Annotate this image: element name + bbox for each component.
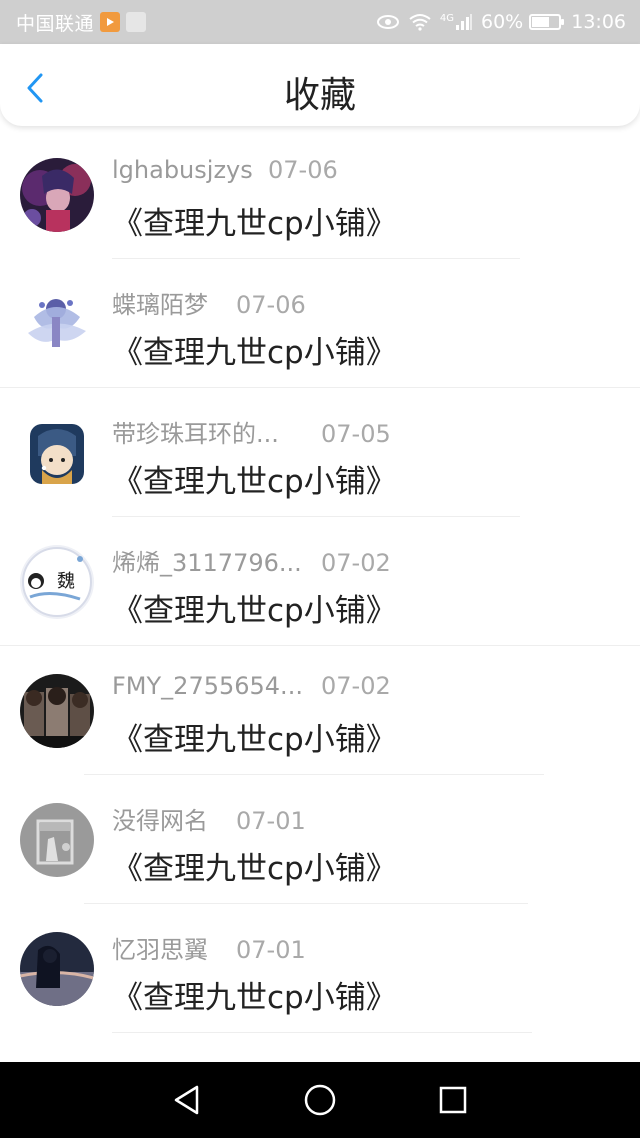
status-bar: 中国联通 4G 60% 13:06 <box>0 0 640 44</box>
battery-icon <box>529 14 565 30</box>
date: 07-01 <box>236 936 306 964</box>
triangle-back-icon <box>174 1085 198 1115</box>
clock: 13:06 <box>571 11 626 33</box>
list-item[interactable]: 魏 烯烯_3117796... 07-02 《查理九世cp小铺》 <box>0 517 640 646</box>
avatar[interactable]: 魏 <box>20 545 94 619</box>
avatar[interactable] <box>20 674 94 748</box>
item-title[interactable]: 《查理九世cp小铺》 <box>112 972 397 1017</box>
date: 07-06 <box>268 156 338 184</box>
avatar[interactable] <box>20 287 94 361</box>
date: 07-02 <box>321 549 391 577</box>
username: 忆羽思翼 <box>112 936 208 964</box>
item-meta: lghabusjzys 07-06 <box>112 156 338 184</box>
item-title[interactable]: 《查理九世cp小铺》 <box>112 843 397 888</box>
date: 07-01 <box>236 807 306 835</box>
item-title[interactable]: 《查理九世cp小铺》 <box>112 585 397 630</box>
username: 带珍珠耳环的... <box>112 420 279 448</box>
eye-icon <box>376 14 400 30</box>
item-meta: 烯烯_3117796... 07-02 <box>112 543 391 578</box>
battery-percent: 60% <box>481 11 524 33</box>
date: 07-05 <box>321 420 391 448</box>
item-title[interactable]: 《查理九世cp小铺》 <box>112 456 397 501</box>
date: 07-06 <box>236 291 306 319</box>
item-title[interactable]: 《查理九世cp小铺》 <box>112 198 397 243</box>
item-meta: FMY_2755654... 07-02 <box>112 672 391 700</box>
username: 没得网名 <box>112 807 208 835</box>
username: 烯烯_3117796... <box>112 549 302 577</box>
notification-app-icon <box>100 12 121 32</box>
list-item[interactable]: 没得网名 07-01 《查理九世cp小铺》 <box>0 775 640 904</box>
signal-icon: 4G <box>440 13 473 31</box>
username: 蝶璃陌梦 <box>112 291 208 319</box>
list-item[interactable]: lghabusjzys 07-06 《查理九世cp小铺》 <box>0 130 640 259</box>
item-meta: 带珍珠耳环的... 07-05 <box>112 414 391 449</box>
square-recents-icon <box>440 1086 467 1114</box>
system-nav-bar <box>0 1062 640 1138</box>
list-item[interactable]: 带珍珠耳环的... 07-05 《查理九世cp小铺》 <box>0 388 640 517</box>
item-title[interactable]: 《查理九世cp小铺》 <box>112 327 397 372</box>
list-item[interactable]: 忆羽思翼 07-01 《查理九世cp小铺》 <box>0 904 640 1033</box>
username: FMY_2755654... <box>112 672 303 700</box>
username: lghabusjzys <box>112 156 253 184</box>
wifi-icon <box>408 13 432 31</box>
avatar-badge-text: 魏 <box>57 571 75 592</box>
nav-recents-button[interactable] <box>431 1078 475 1122</box>
favorites-list: lghabusjzys 07-06 《查理九世cp小铺》 蝶璃陌梦 07-06 … <box>0 130 640 1033</box>
item-title[interactable]: 《查理九世cp小铺》 <box>112 714 397 759</box>
avatar[interactable] <box>20 158 94 232</box>
avatar[interactable] <box>20 803 94 877</box>
avatar[interactable] <box>20 416 94 490</box>
avatar[interactable] <box>20 932 94 1006</box>
date: 07-02 <box>321 672 391 700</box>
item-meta: 没得网名 07-01 <box>112 801 306 836</box>
page-title: 收藏 <box>283 75 356 116</box>
nav-home-button[interactable] <box>298 1078 342 1122</box>
carrier-label: 中国联通 <box>16 12 95 35</box>
nav-back-button[interactable] <box>165 1078 209 1122</box>
top-app-bar: 收藏 <box>0 44 640 126</box>
notification-image-icon <box>126 12 147 32</box>
list-item[interactable]: 蝶璃陌梦 07-06 《查理九世cp小铺》 <box>0 259 640 388</box>
list-item[interactable]: FMY_2755654... 07-02 《查理九世cp小铺》 <box>0 646 640 775</box>
divider <box>112 1032 532 1033</box>
item-meta: 蝶璃陌梦 07-06 <box>112 285 306 320</box>
network-type-label: 4G <box>439 13 454 24</box>
circle-home-icon <box>304 1084 336 1116</box>
item-meta: 忆羽思翼 07-01 <box>112 930 306 965</box>
